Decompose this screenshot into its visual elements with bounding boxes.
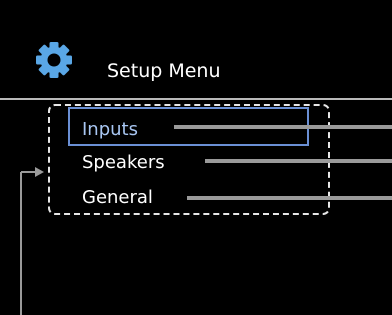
page-title: Setup Menu (107, 60, 221, 82)
menu-item-general[interactable]: General (0, 184, 392, 212)
menu-item-label: Speakers (82, 152, 165, 173)
menu-item-inputs[interactable]: Inputs (0, 116, 392, 144)
gear-icon (34, 40, 74, 80)
header-divider (0, 98, 392, 100)
setup-screen: Setup Menu Inputs Speakers General (0, 0, 392, 315)
menu-item-label: Inputs (82, 119, 138, 140)
menu-item-speakers[interactable]: Speakers (0, 149, 392, 177)
menu-header: Setup Menu (0, 0, 392, 98)
menu-item-label: General (82, 187, 153, 208)
